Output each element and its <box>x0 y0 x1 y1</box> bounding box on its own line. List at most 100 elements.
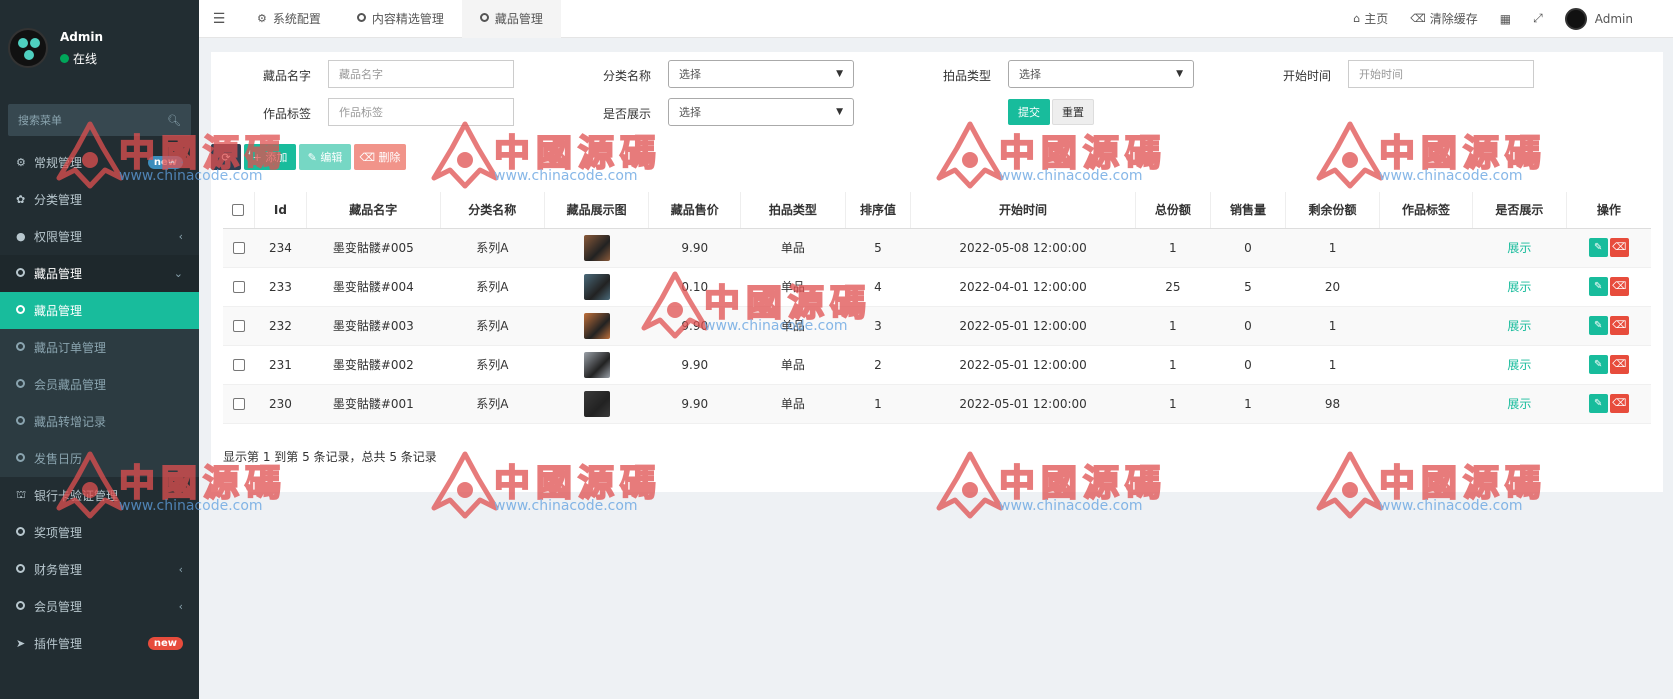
row-delete-button[interactable]: ⌫ <box>1609 277 1629 296</box>
col-header[interactable]: 分类名称 <box>440 192 545 229</box>
show-toggle-link[interactable]: 展示 <box>1507 358 1531 372</box>
row-checkbox[interactable] <box>232 281 245 293</box>
row-delete-button[interactable]: ⌫ <box>1609 394 1629 413</box>
row-checkbox[interactable] <box>232 242 245 254</box>
sidebar-item-permission[interactable]: ● 权限管理 ‹ <box>0 218 199 255</box>
cell-tag <box>1379 384 1473 424</box>
language-icon[interactable]: ▦ <box>1500 12 1511 26</box>
col-header[interactable]: 销售量 <box>1210 192 1287 229</box>
fullscreen-icon[interactable]: ⤢ <box>1533 11 1543 26</box>
submit-button[interactable]: 提交 <box>1008 99 1050 125</box>
filter-start-time-input[interactable]: 开始时间 <box>1348 60 1534 88</box>
sidebar-item-collection[interactable]: 藏品管理 <box>0 292 199 329</box>
collection-thumbnail[interactable] <box>583 390 610 417</box>
row-checkbox-cell[interactable] <box>223 306 255 346</box>
filter-auction-type-select[interactable]: 选择 ▼ <box>1008 60 1194 88</box>
col-header[interactable]: 藏品名字 <box>306 192 441 229</box>
search-icon[interactable]: 🔍︎ <box>167 114 181 127</box>
col-header[interactable]: 总份额 <box>1135 192 1211 229</box>
row-checkbox-cell[interactable] <box>223 384 255 424</box>
cell-total: 1 <box>1135 228 1211 268</box>
menu-search-input[interactable] <box>18 113 168 127</box>
edit-button[interactable]: ✎ 编辑 <box>299 144 351 170</box>
col-header[interactable]: 作品标签 <box>1379 192 1473 229</box>
row-edit-button[interactable]: ✎ <box>1588 355 1608 374</box>
add-button[interactable]: + 添加 <box>244 144 296 170</box>
filter-name-input[interactable]: 藏品名字 <box>328 60 514 88</box>
col-header[interactable]: 排序值 <box>845 192 912 229</box>
sidebar-search: 🔍︎ <box>8 104 191 136</box>
show-toggle-link[interactable]: 展示 <box>1507 241 1531 255</box>
clear-cache-button[interactable]: ⌫ 清除缓存 <box>1410 10 1478 27</box>
row-checkbox[interactable] <box>232 320 245 332</box>
reset-button[interactable]: 重置 <box>1052 99 1094 125</box>
watermark-url: www.chinacode.com <box>999 498 1143 514</box>
sidebar-item-awards[interactable]: 奖项管理 <box>0 514 199 551</box>
table-row[interactable]: 231 墨变骷髅#002 系列A 9.90 单品 2 2022-05-01 12:00:00… <box>223 345 1651 385</box>
filter-tag-input[interactable]: 作品标签 <box>328 98 514 126</box>
sidebar-item-bankcard[interactable]: ⛫ 银行卡验证管理 <box>0 477 199 514</box>
sidebar-item-label: 奖项管理 <box>34 526 83 540</box>
row-edit-button[interactable]: ✎ <box>1588 394 1608 413</box>
col-header[interactable]: 是否展示 <box>1472 192 1567 229</box>
col-header[interactable]: Id <box>254 192 308 229</box>
collection-thumbnail[interactable] <box>583 351 610 378</box>
select-all-checkbox-cell[interactable] <box>223 192 255 229</box>
sidebar-item-members[interactable]: 会员管理 ‹ <box>0 588 199 625</box>
row-delete-button[interactable]: ⌫ <box>1609 355 1629 374</box>
col-header[interactable]: 藏品展示图 <box>544 192 650 229</box>
col-header[interactable]: 拍品类型 <box>740 192 846 229</box>
menu-toggle-icon[interactable]: ☰ <box>199 11 239 27</box>
tab-content-curation[interactable]: 内容精选管理 <box>339 0 462 38</box>
cell-show: 展示 <box>1472 384 1567 424</box>
sidebar-item-collection-group[interactable]: 藏品管理 ⌄ <box>0 255 199 292</box>
tab-system-config[interactable]: ⚙ 系统配置 <box>239 0 339 38</box>
refresh-button[interactable]: ⟳ <box>211 144 241 170</box>
sidebar-item-collection-orders[interactable]: 藏品订单管理 <box>0 329 199 366</box>
tab-collection[interactable]: 藏品管理 <box>461 0 561 38</box>
sidebar-item-category[interactable]: ✿ 分类管理 <box>0 181 199 218</box>
row-checkbox[interactable] <box>232 398 245 410</box>
row-delete-button[interactable]: ⌫ <box>1609 238 1629 257</box>
col-header[interactable]: 开始时间 <box>910 192 1136 229</box>
cell-sort: 1 <box>845 384 911 424</box>
row-checkbox[interactable] <box>232 359 245 371</box>
gear-icon: ⚙ <box>257 12 267 25</box>
sidebar-item-release-calendar[interactable]: 发售日历 <box>0 440 199 477</box>
table-row[interactable]: 234 墨变骷髅#005 系列A 9.90 单品 5 2022-05-08 12:00:00… <box>223 228 1651 268</box>
sidebar-item-general[interactable]: ⚙ 常规管理 new <box>0 144 199 181</box>
sidebar-item-member-collections[interactable]: 会员藏品管理 <box>0 366 199 403</box>
collection-thumbnail[interactable] <box>583 273 610 300</box>
sidebar-menu: ⚙ 常规管理 new ✿ 分类管理 ● 权限管理 ‹ 藏品管理 ⌄ 藏品管理 藏… <box>0 144 199 662</box>
user-menu[interactable]: Admin <box>1564 7 1633 30</box>
col-header[interactable]: 藏品售价 <box>648 192 742 229</box>
row-edit-button[interactable]: ✎ <box>1588 238 1608 257</box>
table-row[interactable]: 232 墨变骷髅#003 系列A 9.90 单品 3 2022-05-01 12:00:00… <box>223 306 1651 346</box>
row-edit-button[interactable]: ✎ <box>1588 316 1608 335</box>
circle-icon <box>16 267 34 280</box>
show-toggle-link[interactable]: 展示 <box>1507 319 1531 333</box>
sidebar-item-finance[interactable]: 财务管理 ‹ <box>0 551 199 588</box>
filter-show-select[interactable]: 选择 ▼ <box>668 98 854 126</box>
avatar[interactable] <box>8 28 48 68</box>
tab-label: 内容精选管理 <box>371 12 444 26</box>
sidebar-item-transfer-records[interactable]: 藏品转增记录 <box>0 403 199 440</box>
select-all-checkbox[interactable] <box>232 204 245 217</box>
delete-button[interactable]: ⌫ 删除 <box>354 144 406 170</box>
row-checkbox-cell[interactable] <box>223 228 255 268</box>
table-row[interactable]: 230 墨变骷髅#001 系列A 9.90 单品 1 2022-05-01 12:00:00… <box>223 384 1651 424</box>
collection-thumbnail[interactable] <box>583 312 610 339</box>
show-toggle-link[interactable]: 展示 <box>1507 397 1531 411</box>
row-delete-button[interactable]: ⌫ <box>1609 316 1629 335</box>
table-row[interactable]: 233 墨变骷髅#004 系列A 0.10 单品 4 2022-04-01 12:00:00… <box>223 267 1651 307</box>
row-edit-button[interactable]: ✎ <box>1588 277 1608 296</box>
show-toggle-link[interactable]: 展示 <box>1507 280 1531 294</box>
filter-category-select[interactable]: 选择 ▼ <box>668 60 854 88</box>
col-header[interactable]: 剩余份额 <box>1285 192 1381 229</box>
sidebar-item-plugins[interactable]: ➤ 插件管理 new <box>0 625 199 662</box>
home-link[interactable]: ⌂ 主页 <box>1353 10 1388 27</box>
row-checkbox-cell[interactable] <box>223 345 255 385</box>
watermark-url: www.chinacode.com <box>494 498 638 514</box>
row-checkbox-cell[interactable] <box>223 267 255 307</box>
collection-thumbnail[interactable] <box>583 234 610 261</box>
